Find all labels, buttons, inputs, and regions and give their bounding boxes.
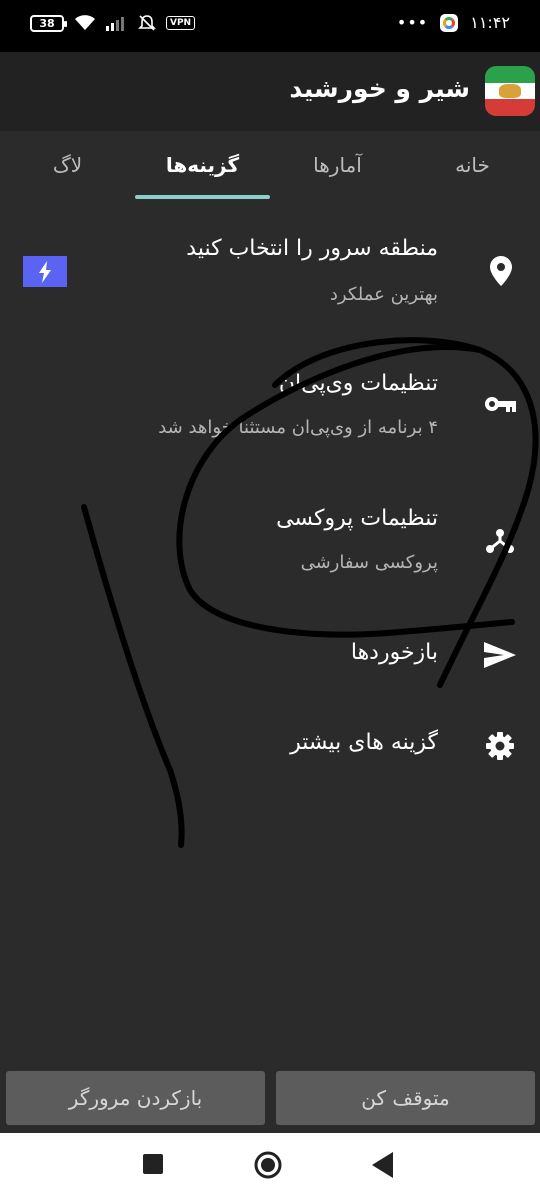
tab-options[interactable]: گزینه‌ها (135, 131, 270, 199)
wifi-icon (75, 15, 95, 30)
gear-icon (486, 732, 514, 760)
option-title: بازخوردها (350, 640, 438, 665)
app-notification-icon (440, 13, 459, 32)
proxy-hub-icon (486, 529, 514, 553)
battery-icon: 38 (30, 14, 67, 32)
battery-level: 38 (39, 16, 55, 30)
option-title: منطقه سرور را انتخاب کنید (186, 236, 438, 261)
option-feedback[interactable]: بازخوردها (0, 620, 540, 690)
option-proxy-settings[interactable]: تنظیمات پروکسی پروکسی سفارشی (0, 490, 540, 600)
location-pin-icon (490, 256, 512, 286)
tab-indicator (135, 195, 270, 199)
option-vpn-settings[interactable]: تنظیمات وی‌پی‌ان ۴ برنامه از وی‌پی‌ان مس… (0, 355, 540, 465)
bolt-icon[interactable] (23, 256, 67, 287)
tab-home[interactable]: خانه (405, 131, 540, 199)
recents-square-icon[interactable] (143, 1154, 163, 1174)
send-icon (484, 642, 516, 668)
navigation-bar (0, 1133, 540, 1200)
option-subtitle: پروکسی سفارشی (300, 552, 438, 573)
option-title: گزینه های بیشتر (290, 730, 438, 755)
status-bar: 38 VPN ••• ۱۱:۴۲ (0, 0, 540, 52)
tab-bar: خانه آمارها گزینه‌ها لاگ (0, 131, 540, 199)
option-title: تنظیمات پروکسی (276, 506, 438, 531)
option-more[interactable]: گزینه های بیشتر (0, 710, 540, 780)
tab-log[interactable]: لاگ (0, 131, 135, 199)
more-notifications-icon: ••• (396, 12, 429, 32)
option-server-region[interactable]: منطقه سرور را انتخاب کنید بهترین عملکرد (0, 220, 540, 330)
back-triangle-icon[interactable] (372, 1152, 394, 1178)
lion-and-sun-flag-logo (485, 66, 535, 116)
option-title: تنظیمات وی‌پی‌ان (278, 371, 438, 396)
stop-button[interactable]: متوقف کن (276, 1071, 535, 1125)
open-browser-button[interactable]: بازکردن مرورگر (6, 1071, 265, 1125)
clock: ۱۱:۴۲ (470, 13, 510, 32)
tab-stats[interactable]: آمارها (270, 131, 405, 199)
option-subtitle: بهترین عملکرد (329, 284, 438, 305)
vpn-icon: VPN (166, 16, 196, 30)
signal-icon (106, 17, 124, 31)
key-icon (485, 397, 516, 412)
app-bar: شیر و خورشید (0, 52, 540, 131)
notifications-off-icon (138, 15, 156, 31)
app-title: شیر و خورشید (289, 74, 470, 103)
option-subtitle: ۴ برنامه از وی‌پی‌ان مستثنا خواهد شد (158, 417, 438, 438)
home-circle-icon[interactable] (253, 1150, 283, 1180)
